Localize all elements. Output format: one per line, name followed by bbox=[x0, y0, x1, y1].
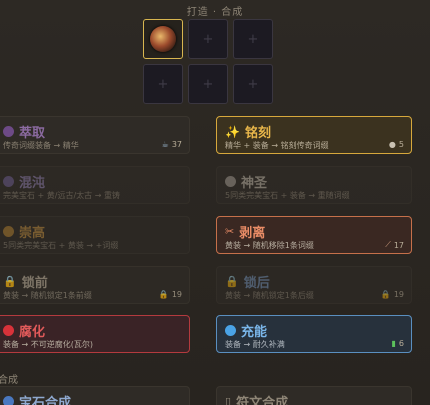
crafting-panel: 打造 · 合成 + + + + + 萃取 传奇词缀装备 → 精华 ☕ 37 混沌… bbox=[0, 0, 430, 405]
plus-icon: + bbox=[202, 76, 214, 92]
extract-cost: ☕ 37 bbox=[162, 140, 182, 149]
strip-cost: ⟋ 17 bbox=[385, 240, 404, 250]
charge-name: 充能 bbox=[241, 325, 268, 340]
gem-synthesis-name: 宝石合成 bbox=[19, 396, 72, 405]
knife-icon: ⟋ bbox=[385, 240, 391, 249]
strip-cost-value: 17 bbox=[393, 240, 404, 250]
craft-slot-3[interactable]: + bbox=[233, 19, 273, 59]
lock-suffix-cost-value: 19 bbox=[393, 290, 404, 299]
extract-icon bbox=[3, 126, 14, 137]
charge-cost: ▮ 6 bbox=[392, 339, 405, 348]
lock-prefix-name: 锁前 bbox=[21, 276, 48, 291]
divine-desc: 5同类完美宝石 + 装备 → 重随词缀 bbox=[225, 191, 350, 200]
panel-title: 打造 · 合成 bbox=[186, 7, 244, 18]
extract-card[interactable]: 萃取 传奇词缀装备 → 精华 ☕ 37 bbox=[0, 116, 190, 154]
inscribe-desc: 精华 + 装备 → 铭刻传奇词缀 bbox=[225, 141, 329, 150]
inscribe-name: 铭刻 bbox=[244, 126, 271, 141]
chaos-name: 混沌 bbox=[19, 176, 46, 191]
chaos-desc: 完美宝石 + 黄/远古/太古 → 重铸 bbox=[3, 191, 120, 200]
lock-suffix-cost: 🔒 19 bbox=[381, 290, 404, 299]
synthesis-label: 合成 bbox=[0, 375, 18, 386]
exalt-desc: 5同类完美宝石 + 黄装 → +词缀 bbox=[3, 241, 119, 250]
battery-icon: ▮ bbox=[391, 339, 396, 348]
lock-prefix-cost: 🔒 19 bbox=[159, 290, 182, 299]
corrupt-name: 腐化 bbox=[19, 325, 46, 340]
craft-slot-4[interactable]: + bbox=[143, 64, 183, 104]
extract-name: 萃取 bbox=[19, 126, 46, 141]
lock-prefix-desc: 黄装 → 随机锁定1条前缀 bbox=[3, 291, 92, 300]
corrupt-card[interactable]: 腐化 装备 → 不可逆腐化(瓦尔) bbox=[0, 315, 190, 353]
charge-card[interactable]: 充能 装备 → 耐久补满 ▮ 6 bbox=[216, 315, 412, 353]
divine-card[interactable]: 神圣 5同类完美宝石 + 装备 → 重随词缀 bbox=[216, 166, 412, 204]
sparkle-icon: ✨ bbox=[225, 124, 240, 139]
plus-icon: + bbox=[247, 31, 259, 47]
lock-suffix-desc: 黄装 → 随机锁定1条后缀 bbox=[225, 291, 314, 300]
plus-icon: + bbox=[202, 31, 214, 47]
inscribe-cost-value: 5 bbox=[398, 140, 404, 149]
item-gem-icon bbox=[150, 26, 176, 52]
exalt-card[interactable]: 崇高 5同类完美宝石 + 黄装 → +词缀 bbox=[0, 216, 190, 254]
lock-prefix-cost-value: 19 bbox=[171, 290, 182, 299]
charge-icon bbox=[225, 325, 236, 336]
scissors-icon: ✂ bbox=[225, 225, 235, 238]
craft-slot-2[interactable]: + bbox=[188, 19, 228, 59]
extract-cost-value: 37 bbox=[171, 140, 182, 149]
craft-slot-5[interactable]: + bbox=[188, 64, 228, 104]
rune-synthesis-name: 符文合成 bbox=[236, 396, 289, 405]
rune-synthesis-card[interactable]: ▯ 符文合成 bbox=[216, 386, 412, 405]
rune-icon: ▯ bbox=[225, 395, 232, 405]
gem-synthesis-card[interactable]: 宝石合成 bbox=[0, 386, 190, 405]
craft-slot-6[interactable]: + bbox=[233, 64, 273, 104]
strip-card[interactable]: ✂ 剥离 黄装 → 随机移除1条词缀 ⟋ 17 bbox=[216, 216, 412, 254]
plus-icon: + bbox=[157, 76, 169, 92]
lock-prefix-card[interactable]: 🔒 锁前 黄装 → 随机锁定1条前缀 🔒 19 bbox=[0, 266, 190, 304]
divine-name: 神圣 bbox=[241, 176, 268, 191]
lock-suffix-name: 锁后 bbox=[243, 276, 270, 291]
extract-desc: 传奇词缀装备 → 精华 bbox=[3, 141, 79, 150]
inscribe-card[interactable]: ✨ 铭刻 精华 + 装备 → 铭刻传奇词缀 ● 5 bbox=[216, 116, 412, 154]
lock-icon: 🔒 bbox=[3, 275, 17, 288]
charge-cost-value: 6 bbox=[398, 339, 404, 348]
lock-icon: 🔒 bbox=[225, 275, 239, 288]
charge-desc: 装备 → 耐久补满 bbox=[225, 340, 285, 349]
inscribe-cost: ● 5 bbox=[389, 140, 404, 149]
chaos-icon bbox=[3, 176, 14, 187]
strip-name: 剥离 bbox=[239, 226, 266, 241]
lock-cost-icon: 🔒 bbox=[380, 290, 391, 299]
gem-icon bbox=[3, 396, 14, 405]
corrupt-icon bbox=[3, 325, 14, 336]
plus-icon: + bbox=[247, 76, 259, 92]
essence-icon: ● bbox=[388, 140, 396, 149]
exalt-icon bbox=[3, 226, 14, 237]
chaos-card[interactable]: 混沌 完美宝石 + 黄/远古/太古 → 重铸 bbox=[0, 166, 190, 204]
strip-desc: 黄装 → 随机移除1条词缀 bbox=[225, 241, 314, 250]
craft-slot-1[interactable] bbox=[143, 19, 183, 59]
divine-icon bbox=[225, 176, 236, 187]
exalt-name: 崇高 bbox=[19, 226, 46, 241]
lock-cost-icon: 🔒 bbox=[158, 290, 169, 299]
lock-suffix-card[interactable]: 🔒 锁后 黄装 → 随机锁定1条后缀 🔒 19 bbox=[216, 266, 412, 304]
corrupt-desc: 装备 → 不可逆腐化(瓦尔) bbox=[3, 340, 94, 349]
essence-icon: ☕ bbox=[161, 140, 169, 149]
